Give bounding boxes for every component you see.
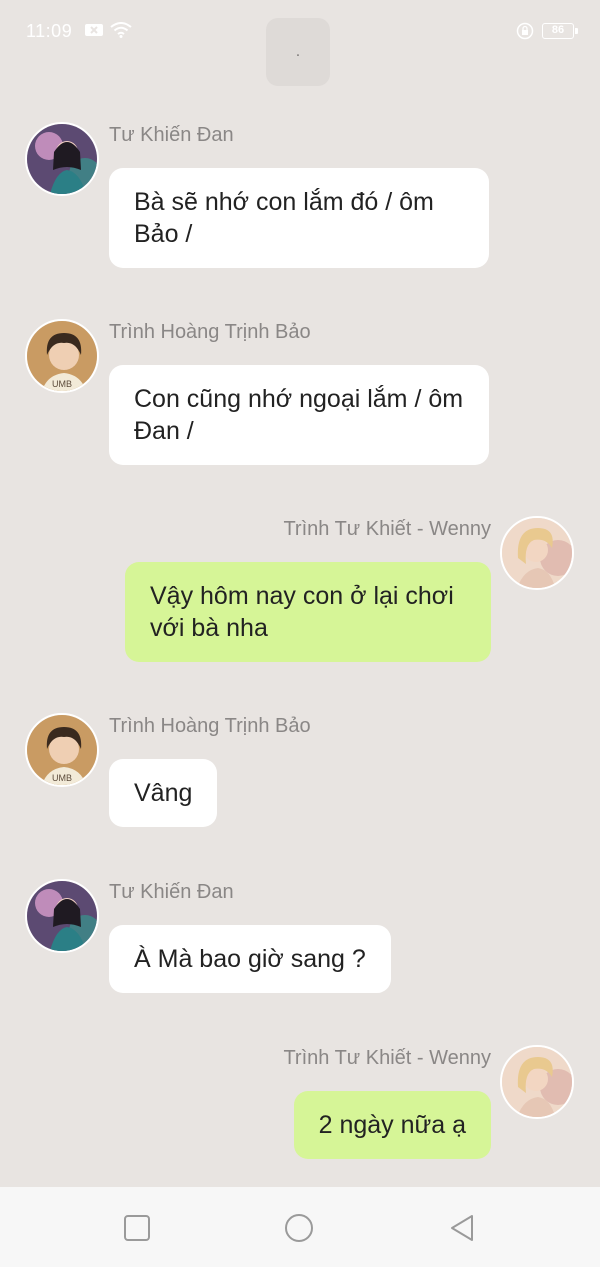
svg-text:UMB: UMB (52, 379, 72, 389)
chat-bubble[interactable]: À Mà bao giờ sang ? (109, 925, 391, 993)
boy-portrait-avatar[interactable]: UMB (25, 713, 99, 787)
chat-bubble[interactable]: Vâng (109, 759, 218, 827)
status-icons-right: 86 (516, 22, 578, 40)
sender-name: Tư Khiến Đan (109, 881, 234, 903)
rotation-lock-icon (516, 22, 534, 40)
sender-name: Trình Hoàng Trịnh Bảo (109, 321, 311, 343)
chat-bubble[interactable]: Vậy hôm nay con ở lại chơi với bà nha (125, 562, 491, 662)
chat-bubble[interactable]: Bà sẽ nhớ con lắm đó / ôm Bảo / (109, 168, 489, 268)
status-time: 11:09 (26, 21, 73, 41)
battery-icon: 86 (542, 23, 578, 39)
blonde-portrait-avatar[interactable] (500, 516, 574, 590)
sender-name: Trình Tư Khiết - Wenny (283, 518, 491, 540)
triangle-back-icon[interactable] (448, 1213, 478, 1243)
sender-name: Trình Hoàng Trịnh Bảo (109, 715, 311, 737)
svg-text:UMB: UMB (52, 773, 72, 783)
top-indicator-pill[interactable]: . (266, 18, 330, 86)
wifi-icon (110, 22, 132, 38)
blonde-portrait-avatar[interactable] (500, 1045, 574, 1119)
sender-name: Tư Khiến Đan (109, 124, 234, 146)
notification-x-icon (85, 24, 103, 36)
chat-bubble[interactable]: Con cũng nhớ ngoại lắm / ôm Đan / (109, 365, 489, 465)
girl-portrait-avatar[interactable] (25, 122, 99, 196)
status-icons-left (84, 22, 132, 38)
navigation-bar (0, 1187, 600, 1267)
boy-portrait-avatar[interactable]: UMB (25, 319, 99, 393)
girl-portrait-avatar[interactable] (25, 879, 99, 953)
sender-name: Trình Tư Khiết - Wenny (283, 1047, 491, 1069)
circle-icon[interactable] (284, 1213, 314, 1243)
square-icon[interactable] (122, 1213, 152, 1243)
chat-bubble[interactable]: 2 ngày nữa ạ (293, 1091, 491, 1159)
